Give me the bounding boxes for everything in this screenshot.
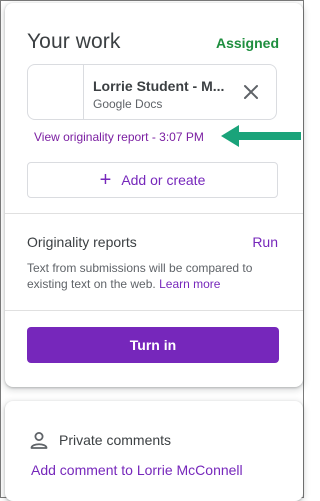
your-work-title: Your work — [27, 30, 121, 53]
originality-description: Text from submissions will be compared t… — [27, 260, 281, 292]
attachment-card[interactable]: Lorrie Student - M... Google Docs — [27, 64, 277, 120]
attachment-name[interactable]: Lorrie Student - M... — [93, 78, 224, 94]
learn-more-link[interactable]: Learn more — [159, 277, 220, 291]
divider — [5, 310, 303, 311]
originality-reports-title: Originality reports — [27, 234, 137, 250]
add-or-create-button[interactable]: + Add or create — [27, 162, 278, 198]
plus-icon: + — [99, 169, 112, 191]
add-or-create-label: Add or create — [121, 172, 206, 188]
attachment-thumbnail[interactable] — [28, 65, 84, 119]
attachment-type: Google Docs — [93, 97, 163, 111]
private-comments-title: Private comments — [59, 432, 172, 448]
turn-in-button[interactable]: Turn in — [27, 327, 279, 363]
person-icon — [30, 432, 48, 449]
add-private-comment-link[interactable]: Add comment to Lorrie McConnell — [31, 462, 243, 478]
status-badge: Assigned — [215, 35, 279, 51]
view-originality-report-link[interactable]: View originality report - 3:07 PM — [34, 130, 204, 144]
your-work-card: Your work Assigned Lorrie Student - M...… — [5, 3, 303, 387]
private-comments-card: Private comments Add comment to Lorrie M… — [5, 401, 303, 501]
divider — [5, 213, 303, 214]
close-icon — [244, 85, 258, 99]
annotation-arrow-icon — [221, 125, 301, 147]
remove-attachment-button[interactable] — [240, 81, 262, 103]
run-originality-button[interactable]: Run — [252, 234, 278, 250]
